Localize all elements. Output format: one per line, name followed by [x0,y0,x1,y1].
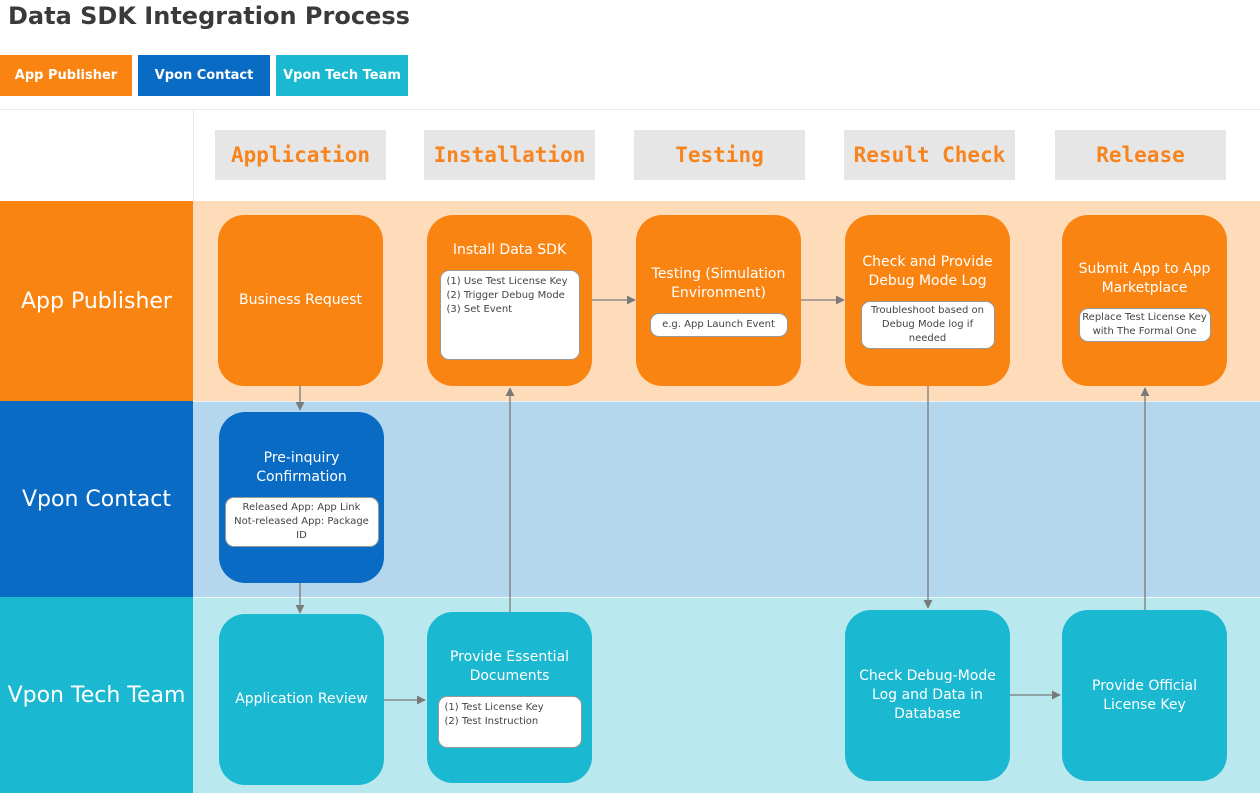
step-title: Submit App to App Marketplace [1078,260,1211,296]
note-line: e.g. App Launch Event [662,318,775,330]
note-line: (3) Set Event [446,304,513,315]
step-note: (1) Use Test License Key (2) Trigger Deb… [439,270,580,360]
note-line: (2) Trigger Debug Mode [446,290,565,301]
step-testing: Testing (Simulation Environment) e.g. Ap… [636,215,801,386]
step-note: Troubleshoot based on Debug Mode log if … [860,300,995,349]
step-title: Application Review [235,691,368,707]
step-note: e.g. App Launch Event [649,312,788,337]
note-line: with The Formal One [1092,325,1197,337]
step-title: Check and Provide Debug Mode Log [862,253,993,289]
step-pre-inquiry-confirmation: Pre-inquiry Confirmation Released App: A… [219,412,384,583]
step-business-request: Business Request [218,215,383,386]
step-provide-essential-documents: Provide Essential Documents (1) Test Lic… [427,612,592,783]
note-line: Released App: App Link [242,501,361,513]
note-line: Debug Mode log if needed [881,318,974,344]
step-note: (1) Test License Key (2) Test Instructio… [437,695,582,748]
step-provide-official-license-key: Provide Official License Key [1062,610,1227,781]
step-note: Replace Test License Key with The Formal… [1078,307,1211,342]
note-line: (2) Test Instruction [444,715,539,727]
step-check-and-provide: Check and Provide Debug Mode Log Trouble… [845,215,1010,386]
step-title: Provide Official License Key [1092,677,1197,713]
step-title: Install Data SDK [452,242,567,258]
step-title: Check Debug-Mode Log and Data in Databas… [859,668,996,722]
step-install-data-sdk: Install Data SDK (1) Use Test License Ke… [427,215,592,386]
step-title: Business Request [238,292,363,308]
note-line: Troubleshoot based on [871,304,984,316]
step-check-debug-mode-log: Check Debug-Mode Log and Data in Databas… [845,610,1010,781]
note-line: Not-released App: Package ID [234,515,369,541]
step-title: Testing (Simulation Environment) [651,265,786,301]
note-line: (1) Use Test License Key [446,276,568,287]
step-title: Provide Essential Documents [449,648,570,684]
note-line: (1) Test License Key [444,701,544,713]
step-submit-app: Submit App to App Marketplace Replace Te… [1062,215,1227,386]
note-line: Replace Test License Key [1082,311,1207,323]
step-application-review: Application Review [219,614,384,785]
step-title: Pre-inquiry Confirmation [256,449,347,485]
step-note: Released App: App Link Not-released App:… [224,496,379,547]
